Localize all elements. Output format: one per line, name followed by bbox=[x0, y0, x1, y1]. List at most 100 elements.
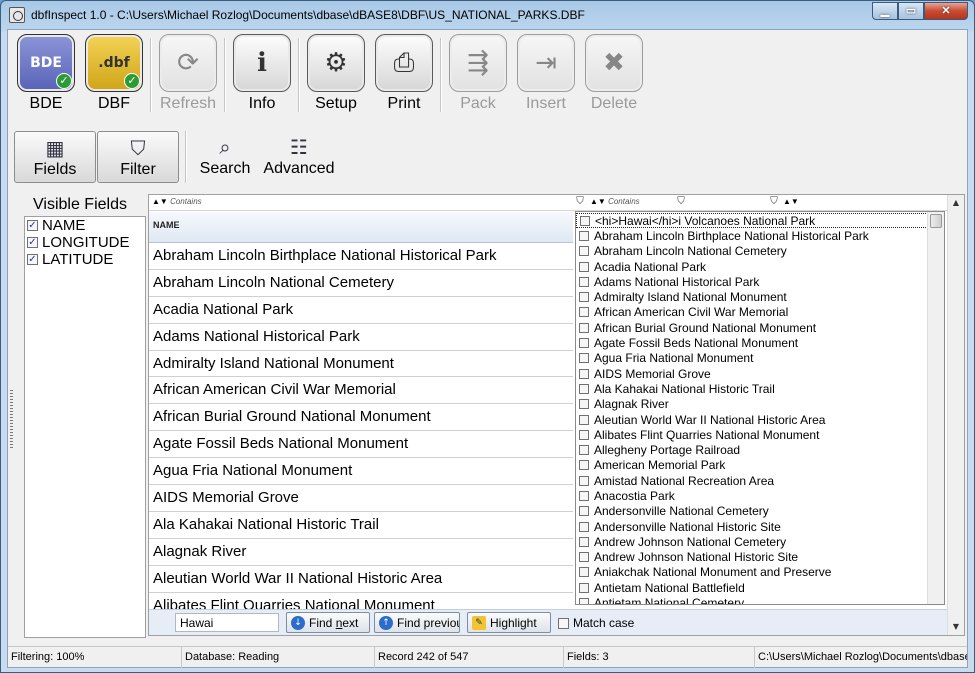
dropdown-item-checkbox[interactable] bbox=[579, 521, 589, 532]
dropdown-item-checkbox[interactable] bbox=[579, 490, 589, 501]
dropdown-item-checkbox[interactable] bbox=[579, 322, 589, 333]
close-button[interactable]: ✕ bbox=[924, 2, 968, 20]
dropdown-item-checkbox[interactable] bbox=[579, 506, 589, 517]
table-row[interactable]: Adams National Historical Park bbox=[149, 324, 573, 351]
dropdown-list-item[interactable]: Andrew Johnson National Historic Site bbox=[576, 550, 944, 565]
print-button[interactable]: ⎙ Print bbox=[370, 34, 438, 120]
match-case-checkbox[interactable]: Match case bbox=[558, 616, 634, 630]
dropdown-item-checkbox[interactable] bbox=[579, 552, 589, 563]
search-button[interactable]: ⌕ Search bbox=[193, 131, 257, 183]
dropdown-list-item[interactable]: Andersonville National Cemetery bbox=[576, 504, 944, 519]
pack-button[interactable]: ⇶ Pack bbox=[444, 34, 512, 120]
dropdown-list-item[interactable]: Allegheny Portage Railroad bbox=[576, 442, 944, 457]
table-row[interactable]: Alibates Flint Quarries National Monumen… bbox=[149, 593, 573, 609]
dbf-button[interactable]: .dbf ✓ DBF bbox=[80, 34, 148, 120]
dropdown-item-checkbox[interactable] bbox=[579, 460, 589, 471]
dropdown-item-checkbox[interactable] bbox=[579, 261, 589, 272]
title-bar[interactable]: dbfInspect 1.0 - C:\Users\Michael Rozlog… bbox=[1, 1, 974, 29]
dropdown-list-item[interactable]: Anacostia Park bbox=[576, 488, 944, 503]
dropdown-item-checkbox[interactable] bbox=[579, 475, 589, 486]
field-checkbox[interactable]: ✓ bbox=[27, 220, 38, 231]
dropdown-list-item[interactable]: Antietam National Cemetery bbox=[576, 595, 944, 604]
insert-button[interactable]: ⇥ Insert bbox=[512, 34, 580, 120]
dropdown-item-checkbox[interactable] bbox=[579, 582, 589, 593]
field-checkbox[interactable]: ✓ bbox=[27, 237, 38, 248]
dropdown-item-checkbox[interactable] bbox=[579, 230, 589, 241]
field-item-name[interactable]: ✓ NAME bbox=[27, 217, 145, 234]
info-button[interactable]: ℹ Info bbox=[228, 34, 296, 120]
advanced-search-button[interactable]: ☷ Advanced bbox=[257, 131, 341, 183]
dropdown-list-item[interactable]: African American Civil War Memorial bbox=[576, 305, 944, 320]
name-filter-funnel-icon[interactable]: ⛉ bbox=[574, 196, 586, 208]
dropdown-list-item[interactable]: Andrew Johnson National Cemetery bbox=[576, 534, 944, 549]
dropdown-list-item[interactable]: Aniakchak National Monument and Preserve bbox=[576, 565, 944, 580]
table-row[interactable]: Admiralty Island National Monument bbox=[149, 351, 573, 378]
match-case-box[interactable] bbox=[558, 617, 569, 629]
table-row[interactable]: African American Civil War Memorial bbox=[149, 377, 573, 405]
field-item-longitude[interactable]: ✓ LONGITUDE bbox=[27, 234, 145, 251]
dropdown-list-item[interactable]: Alagnak River bbox=[576, 397, 944, 412]
dropdown-item-checkbox[interactable] bbox=[579, 567, 589, 578]
longitude-filter-funnel-icon[interactable]: ⛉ bbox=[675, 196, 687, 208]
table-row[interactable]: AIDS Memorial Grove bbox=[149, 485, 573, 512]
name-filter-hint[interactable]: ▲▼ Contains bbox=[152, 197, 202, 206]
table-row[interactable]: Agate Fossil Beds National Monument bbox=[149, 431, 573, 459]
table-row[interactable]: Alagnak River bbox=[149, 539, 573, 566]
search-input[interactable] bbox=[175, 613, 279, 632]
field-item-latitude[interactable]: ✓ LATITUDE bbox=[27, 251, 145, 268]
dropdown-item-checkbox[interactable] bbox=[580, 215, 590, 226]
filter-toggle-button[interactable]: ⛉ Filter bbox=[97, 131, 179, 183]
table-row[interactable]: Aleutian World War II National Historic … bbox=[149, 566, 573, 593]
table-row[interactable]: Abraham Lincoln Birthplace National Hist… bbox=[149, 243, 573, 270]
dropdown-item-checkbox[interactable] bbox=[579, 414, 589, 425]
latitude-filter-hint[interactable]: ▲▼ bbox=[783, 197, 799, 206]
table-row[interactable]: Acadia National Park bbox=[149, 297, 573, 324]
dropdown-item-checkbox[interactable] bbox=[579, 429, 589, 440]
grid-scrollbar[interactable]: ▲ ▼ bbox=[947, 195, 964, 635]
scroll-up-icon[interactable]: ▲ bbox=[951, 198, 961, 208]
table-row[interactable]: African Burial Ground National Monument bbox=[149, 404, 573, 432]
table-row[interactable]: Agua Fria National Monument bbox=[149, 458, 573, 486]
table-row[interactable]: Ala Kahakai National Historic Trail bbox=[149, 512, 573, 539]
dropdown-list-item[interactable]: Aleutian World War II National Historic … bbox=[576, 412, 944, 427]
dropdown-item-checkbox[interactable] bbox=[579, 338, 589, 349]
dropdown-item-checkbox[interactable] bbox=[579, 292, 589, 303]
table-row[interactable]: Abraham Lincoln National Cemetery bbox=[149, 270, 573, 297]
dropdown-list-item[interactable]: Andersonville National Historic Site bbox=[576, 519, 944, 534]
dropdown-list-item[interactable]: Agate Fossil Beds National Monument bbox=[576, 335, 944, 350]
delete-button[interactable]: ✖ Delete bbox=[580, 34, 648, 120]
scroll-down-icon[interactable]: ▼ bbox=[951, 622, 961, 632]
latitude-filter-funnel-icon[interactable]: ⛉ bbox=[768, 196, 780, 208]
dropdown-item-checkbox[interactable] bbox=[579, 536, 589, 547]
field-checkbox[interactable]: ✓ bbox=[27, 254, 38, 265]
highlight-button[interactable]: ✎ Highlight bbox=[467, 612, 551, 633]
setup-button[interactable]: ⚙ Setup bbox=[302, 34, 370, 120]
dropdown-item-checkbox[interactable] bbox=[579, 445, 589, 456]
dropdown-list-item[interactable]: Admiralty Island National Monument bbox=[576, 289, 944, 304]
minimize-button[interactable]: ▁ bbox=[872, 2, 898, 20]
find-next-button[interactable]: ↓ Find next bbox=[286, 612, 370, 633]
dropdown-list-item[interactable]: Alibates Flint Quarries National Monumen… bbox=[576, 427, 944, 442]
dropdown-scroll-thumb[interactable] bbox=[930, 214, 942, 228]
dropdown-item-checkbox[interactable] bbox=[579, 383, 589, 394]
dropdown-list-item[interactable]: Abraham Lincoln Birthplace National Hist… bbox=[576, 228, 944, 243]
dropdown-item-checkbox[interactable] bbox=[579, 368, 589, 379]
dropdown-list-item[interactable]: Adams National Historical Park bbox=[576, 274, 944, 289]
dropdown-list-item[interactable]: Agua Fria National Monument bbox=[576, 351, 944, 366]
longitude-filter-hint[interactable]: ▲▼ Contains bbox=[590, 197, 640, 206]
dropdown-item-checkbox[interactable] bbox=[579, 399, 589, 410]
dropdown-list-item[interactable]: <hi>Hawai</hi>i Volcanoes National Park bbox=[576, 213, 942, 229]
dropdown-list-item[interactable]: American Memorial Park bbox=[576, 458, 944, 473]
dropdown-list-item[interactable]: Acadia National Park bbox=[576, 259, 944, 274]
refresh-button[interactable]: ⟳ Refresh bbox=[154, 34, 222, 120]
dropdown-list-item[interactable]: Amistad National Recreation Area bbox=[576, 473, 944, 488]
dropdown-item-checkbox[interactable] bbox=[579, 598, 589, 604]
dropdown-item-checkbox[interactable] bbox=[579, 353, 589, 364]
dropdown-scrollbar[interactable] bbox=[927, 212, 944, 604]
bde-button[interactable]: BDE ✓ BDE bbox=[12, 34, 80, 120]
dropdown-list-item[interactable]: African Burial Ground National Monument bbox=[576, 320, 944, 335]
dropdown-list-item[interactable]: Ala Kahakai National Historic Trail bbox=[576, 381, 944, 396]
dropdown-item-checkbox[interactable] bbox=[579, 276, 589, 287]
app-icon[interactable] bbox=[9, 7, 25, 23]
fields-toggle-button[interactable]: ▦ Fields bbox=[14, 131, 96, 183]
